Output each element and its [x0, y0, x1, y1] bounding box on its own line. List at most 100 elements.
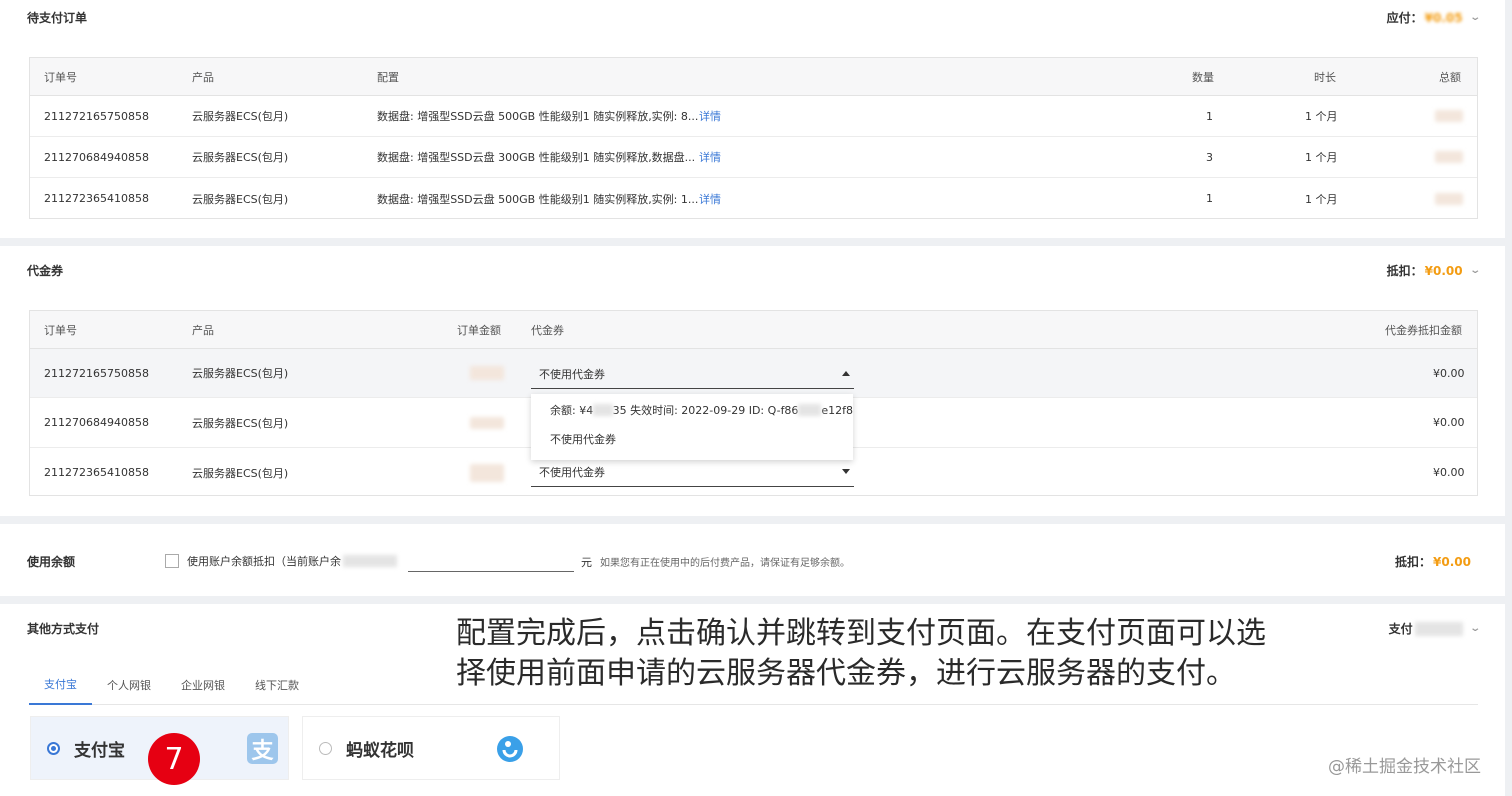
- deduct-amount: ¥0.00: [1424, 263, 1463, 278]
- product-name: 云服务器ECS(包月): [192, 367, 289, 380]
- col-product: 产品: [192, 70, 214, 84]
- voucher-deduct: ¥0.00: [1433, 416, 1465, 429]
- table-row: 211270684940858 云服务器ECS(包月) 数据盘: 增强型SSD云…: [30, 137, 1477, 178]
- col-duration: 时长: [1314, 70, 1336, 84]
- pay-method-label: 蚂蚁花呗: [346, 740, 414, 761]
- detail-link[interactable]: 详情: [699, 96, 721, 136]
- quantity: 1: [1206, 109, 1213, 123]
- payable-label: 应付：: [1386, 11, 1423, 25]
- product-name: 云服务器ECS(包月): [192, 110, 289, 123]
- redaction: [343, 555, 397, 567]
- order-id: 211272165750858: [44, 366, 149, 380]
- voucher-option-info: 35 失效时间: 2022-09-29 ID: Q-f86: [612, 404, 799, 417]
- order-id: 211272365410858: [44, 192, 149, 205]
- col-qty: 数量: [1192, 70, 1214, 84]
- col-product: 产品: [192, 323, 214, 337]
- deduct-amount: ¥0.00: [1433, 554, 1471, 569]
- order-amount-blurred: [470, 448, 504, 497]
- tab-alipay[interactable]: 支付宝: [29, 665, 92, 705]
- tab-personal-bank[interactable]: 个人网银: [92, 665, 166, 705]
- other-payment-title: 其他方式支付: [27, 622, 100, 636]
- detail-link[interactable]: 详情: [699, 178, 721, 219]
- chevron-down-icon[interactable]: ⌄: [1469, 12, 1481, 23]
- duration: 1 个月: [1305, 151, 1338, 164]
- product-name: 云服务器ECS(包月): [192, 192, 289, 206]
- balance-note: 如果您有正在使用中的后付费产品，请保证有足够余额。: [600, 558, 850, 569]
- product-name: 云服务器ECS(包月): [192, 151, 289, 164]
- balance-unit: 元: [581, 556, 592, 569]
- redaction: [798, 404, 822, 416]
- pay-label: 支付: [1388, 622, 1413, 636]
- col-config: 配置: [377, 70, 399, 84]
- detail-link[interactable]: 详情: [699, 137, 721, 177]
- redaction: [593, 404, 613, 416]
- voucher-panel: 代金券 抵扣： ¥0.00 ⌄ 订单号 产品 订单金额 代金券 代金券抵扣金额 …: [0, 246, 1505, 516]
- balance-checkbox-label: 使用账户余额抵扣（当前账户余: [187, 555, 341, 568]
- alipay-icon: 支: [247, 733, 278, 764]
- payment-tabs: 支付宝 个人网银 企业网银 线下汇款: [29, 665, 314, 705]
- order-id: 211272365410858: [44, 466, 149, 479]
- col-voucher: 代金券: [531, 323, 564, 337]
- balance-checkbox[interactable]: [165, 554, 179, 568]
- voucher-select-value: 不使用代金券: [539, 367, 605, 381]
- col-order: 订单号: [44, 70, 77, 84]
- config-text: 数据盘: 增强型SSD云盘 500GB 性能级别1 随实例释放,实例: 8...: [377, 110, 699, 123]
- radio-unselected[interactable]: [319, 741, 332, 755]
- total-blurred: [1435, 178, 1463, 219]
- tab-offline-transfer[interactable]: 线下汇款: [240, 665, 314, 705]
- chevron-down-icon[interactable]: ⌄: [1469, 265, 1481, 276]
- col-total: 总额: [1439, 70, 1461, 84]
- col-voucher-deduct: 代金券抵扣金额: [1385, 323, 1462, 337]
- quantity: 1: [1206, 192, 1213, 205]
- voucher-option-none[interactable]: 不使用代金券: [531, 424, 853, 454]
- duration: 1 个月: [1305, 110, 1338, 123]
- balance-panel: 使用余额 使用账户余额抵扣（当前账户余 元 如果您有正在使用中的后付费产品，请保…: [0, 524, 1505, 596]
- table-header: 订单号 产品 订单金额 代金券 代金券抵扣金额: [30, 311, 1477, 349]
- quantity: 3: [1206, 150, 1213, 164]
- product-name: 云服务器ECS(包月): [192, 466, 289, 480]
- instruction-caption: 配置完成后，点击确认并跳转到支付页面。在支付页面可以选 择使用前面申请的云服务器…: [456, 614, 1266, 694]
- col-order-amount: 订单金额: [457, 323, 501, 337]
- payable-summary[interactable]: 应付： ¥0.05 ⌄: [1386, 9, 1481, 26]
- voucher-select[interactable]: 不使用代金券: [531, 359, 854, 389]
- voucher-option-balance: 余额: ¥4: [550, 404, 594, 417]
- order-amount-blurred: [470, 349, 504, 397]
- duration: 1 个月: [1305, 192, 1338, 206]
- voucher-select[interactable]: 不使用代金券: [531, 457, 854, 487]
- balance-deduct-summary: 抵扣： ¥0.00: [1395, 553, 1471, 570]
- pending-orders-title: 待支付订单: [27, 11, 88, 25]
- table-header: 订单号 产品 配置 数量 时长 总额: [30, 58, 1477, 96]
- total-blurred: [1435, 96, 1463, 136]
- voucher-select-value: 不使用代金券: [539, 465, 605, 479]
- voucher-dropdown-menu: 余额: ¥4 35 失效时间: 2022-09-29 ID: Q-f86 e12…: [531, 394, 853, 460]
- caret-up-icon: [842, 371, 850, 376]
- step-number-badge: 7: [148, 733, 200, 785]
- voucher-deduct: ¥0.00: [1433, 366, 1465, 380]
- table-row: 211272365410858 云服务器ECS(包月) 数据盘: 增强型SSD云…: [30, 178, 1477, 219]
- chevron-down-icon[interactable]: ⌄: [1469, 623, 1481, 634]
- huabei-icon: [495, 734, 525, 764]
- order-id: 211270684940858: [44, 416, 149, 429]
- caret-down-icon: [842, 469, 850, 474]
- config-text: 数据盘: 增强型SSD云盘 300GB 性能级别1 随实例释放,数据盘...: [377, 151, 696, 164]
- total-blurred: [1435, 137, 1463, 177]
- voucher-deduct-summary[interactable]: 抵扣： ¥0.00 ⌄: [1387, 262, 1481, 279]
- balance-checkbox-group[interactable]: 使用账户余额抵扣（当前账户余: [165, 553, 397, 569]
- radio-selected[interactable]: [47, 741, 60, 755]
- balance-amount-input[interactable]: [408, 548, 574, 572]
- order-id: 211272165750858: [44, 109, 149, 123]
- pay-summary[interactable]: 支付 ⌄: [1388, 620, 1481, 637]
- table-row: 211272165750858 云服务器ECS(包月) 不使用代金券 ¥0.00: [30, 349, 1477, 398]
- col-order: 订单号: [44, 323, 77, 337]
- deduct-label: 抵扣：: [1395, 555, 1432, 569]
- voucher-title: 代金券: [27, 264, 64, 278]
- payable-amount: ¥0.05: [1424, 10, 1463, 25]
- voucher-option[interactable]: 余额: ¥4 35 失效时间: 2022-09-29 ID: Q-f86 e12…: [531, 394, 853, 424]
- pending-orders-panel: 待支付订单 应付： ¥0.05 ⌄ 订单号 产品 配置 数量 时长 总额 211…: [0, 0, 1505, 238]
- pending-orders-table: 订单号 产品 配置 数量 时长 总额 211272165750858 云服务器E…: [29, 57, 1478, 219]
- pay-method-huabei[interactable]: 蚂蚁花呗: [302, 716, 560, 780]
- config-text: 数据盘: 增强型SSD云盘 500GB 性能级别1 随实例释放,实例: 1...: [377, 192, 699, 206]
- product-name: 云服务器ECS(包月): [192, 416, 289, 430]
- caption-line-2: 择使用前面申请的云服务器代金券，进行云服务器的支付。: [456, 656, 1236, 691]
- tab-enterprise-bank[interactable]: 企业网银: [166, 665, 240, 705]
